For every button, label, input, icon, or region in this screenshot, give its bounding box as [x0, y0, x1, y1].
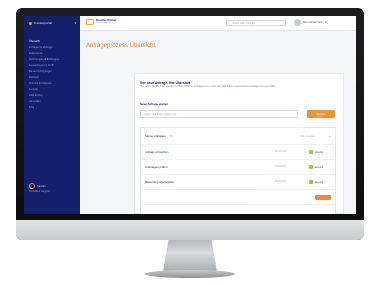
- requests-table: Meine Anfragen ⇅ Alle anzeigen ⌄ Anfrage…: [140, 127, 336, 214]
- monitor-stand-base: [145, 270, 235, 278]
- logo-icon: [86, 19, 94, 25]
- form-label: Neue Anfrage starten: [140, 102, 169, 106]
- chevron-down-icon[interactable]: ⌄: [328, 134, 331, 138]
- table-row[interactable]: Bewertung abschließen 05.03.2024 Erledig…: [141, 175, 335, 190]
- status-check-icon: [309, 165, 313, 169]
- user-menu[interactable]: Max Mustermann ▾: [294, 19, 326, 26]
- status-badge: Erledigt: [309, 180, 331, 184]
- footer-logo-icon: [29, 183, 35, 189]
- row-status: Erledigt: [315, 150, 324, 154]
- screen: Kundenportal ▾ Übersicht Anfragen & Vert…: [24, 16, 356, 214]
- sidebar-footer-title: Kanzlei: [37, 184, 46, 188]
- monitor-frame: Kundenportal ▾ Übersicht Anfragen & Vert…: [16, 8, 364, 240]
- avatar: [294, 19, 301, 26]
- card-description: Hier sehen Sie alle Informationen zu Ihr…: [140, 86, 276, 88]
- sidebar-footer-sub: Kontakt & Support: [29, 190, 51, 193]
- table-row[interactable]: [141, 190, 335, 205]
- filter-label[interactable]: Alle anzeigen: [300, 135, 314, 138]
- row-title: Bewertung abschließen: [145, 180, 175, 184]
- table-header[interactable]: Meine Anfragen ⇅ Alle anzeigen ⌄: [141, 128, 335, 145]
- sidebar-item-faq[interactable]: FAQ: [29, 105, 80, 111]
- submit-button[interactable]: Senden: [307, 110, 335, 118]
- sidebar-footer: Kanzlei Kontakt & Support: [29, 183, 50, 193]
- chevron-down-icon: ▾: [74, 21, 76, 25]
- logo-sub: Mandantenportal: [96, 22, 112, 24]
- sidebar: Kundenportal ▾ Übersicht Anfragen & Vert…: [24, 16, 80, 214]
- card-heading: Ihre neue Anfrage: Ihre Übersicht: [140, 81, 191, 85]
- search-input[interactable]: ⌕ Suche nach Anfragen: [226, 20, 286, 26]
- row-title: Unterlagen prüfen: [145, 165, 168, 169]
- row-title: Anfrage einreichen: [145, 150, 169, 154]
- sidebar-nav: Übersicht Anfragen & Verträge Dokumente …: [24, 39, 80, 111]
- table-row[interactable]: Anfrage einreichen 01.03.2024 Erledigt: [141, 145, 335, 160]
- row-status: Erledigt: [315, 180, 324, 184]
- sidebar-brand-label: Kundenportal: [34, 21, 52, 25]
- logo-text: Kanzlei Portal Mandantenportal: [96, 19, 116, 25]
- header-logo[interactable]: Kanzlei Portal Mandantenportal: [86, 19, 116, 25]
- chevron-down-icon: ▾: [325, 21, 327, 24]
- brand-dot-icon: [29, 21, 32, 25]
- top-header: Kanzlei Portal Mandantenportal ⌕ Suche n…: [80, 16, 356, 31]
- status-check-icon: [309, 150, 313, 154]
- search-icon: ⌕: [229, 21, 231, 25]
- row-date: 03.03.2024: [275, 166, 287, 168]
- table-row[interactable]: Unterlagen prüfen 03.03.2024 Erledigt: [141, 160, 335, 175]
- name-input[interactable]: Geben Sie Ihren Namen ein: [140, 110, 298, 118]
- row-date: 05.03.2024: [275, 181, 287, 183]
- action-button[interactable]: [315, 194, 331, 200]
- row-status: Erledigt: [315, 165, 324, 169]
- status-badge: Erledigt: [309, 165, 331, 169]
- row-date: 01.03.2024: [275, 151, 287, 153]
- status-check-icon: [309, 180, 313, 184]
- table-header-label: Meine Anfragen: [145, 134, 167, 138]
- sidebar-brand[interactable]: Kundenportal ▾: [24, 16, 80, 25]
- search-placeholder: Suche nach Anfragen: [232, 21, 256, 25]
- monitor-chin: [16, 220, 364, 240]
- monitor-stand-neck: [163, 240, 217, 272]
- content-card: Ihre neue Anfrage: Ihre Übersicht Hier s…: [134, 73, 344, 214]
- sort-icon: ⇅: [170, 134, 173, 138]
- user-name: Max Mustermann: [303, 21, 324, 24]
- status-badge: Erledigt: [309, 150, 331, 154]
- page-title: Anfrageprozess Übersicht: [86, 43, 156, 49]
